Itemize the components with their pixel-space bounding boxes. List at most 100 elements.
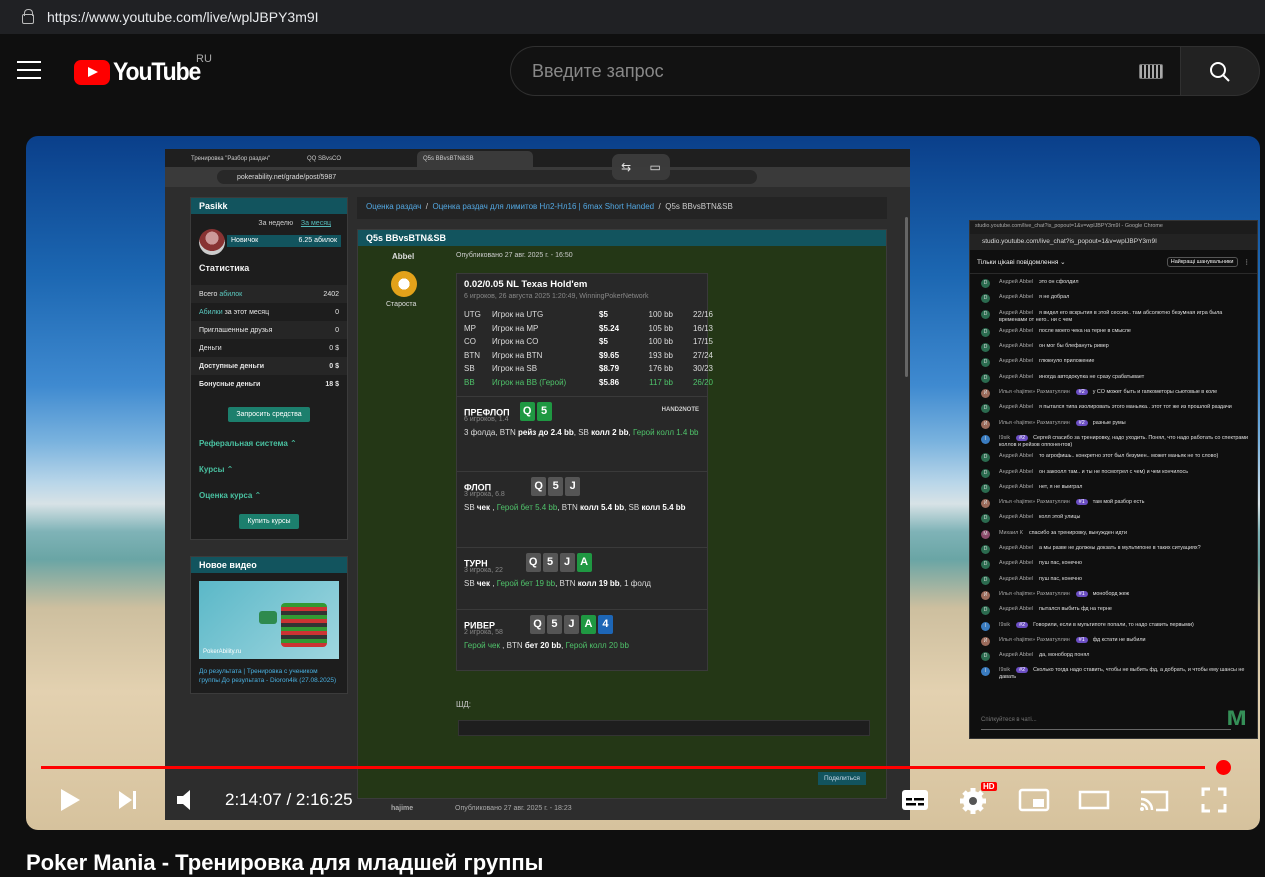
showdown-field[interactable] [458, 720, 870, 736]
buy-courses-button[interactable]: Купить курсы [239, 514, 299, 529]
chat-avatar: D [981, 404, 990, 414]
request-funds-button[interactable]: Запросить средства [228, 407, 310, 422]
top-fans-button[interactable]: Найкращі шанувальники [1166, 256, 1238, 267]
search-input[interactable]: Введите запрос [510, 46, 1181, 96]
chat-avatar: И [981, 590, 990, 600]
chat-author[interactable]: I9sik [999, 667, 1010, 673]
tab-2[interactable]: QQ SBvsCO [301, 151, 417, 167]
chat-input[interactable]: Спілкуйтеся в чаті... [981, 712, 1231, 730]
chat-author[interactable]: Андрей Abbel [999, 294, 1033, 300]
youtube-logo[interactable]: YouTube [74, 58, 208, 87]
period-week[interactable]: За неделю [258, 220, 293, 227]
chat-author[interactable]: Андрей Abbel [999, 453, 1033, 459]
browser-tabs: Тренировка "Разбор раздач" QQ SBvsCO Q5s… [165, 149, 910, 167]
menu-referral[interactable]: Реферальная система ⌃ [191, 434, 347, 460]
chat-author[interactable]: Илья «hajime» Рахматуллин [999, 637, 1070, 643]
period-month[interactable]: За месяц [301, 220, 331, 227]
share-button[interactable]: Поделиться [818, 772, 866, 785]
chat-author[interactable]: Илья «hajime» Рахматуллин [999, 389, 1070, 395]
video-thumbnail[interactable]: PokerAbility.ru [199, 581, 339, 659]
masthead: YouTube RU Введите запрос [0, 36, 1265, 106]
chat-author[interactable]: Андрей Abbel [999, 358, 1033, 364]
chat-message: D Андрей Abbel он закоолл там.. и ты не по… [970, 468, 1257, 480]
chat-author[interactable]: Андрей Abbel [999, 545, 1033, 551]
chat-message: M Михаил К спасибо за тренировку, вынужден… [970, 529, 1257, 541]
chat-message: D Андрей Abbel да, моноборд понял [970, 652, 1257, 663]
video-title: Poker Mania - Тренировка для младшей гру… [26, 850, 544, 875]
chat-author[interactable]: Андрей Abbel [999, 560, 1033, 566]
chat-author[interactable]: Андрей Abbel [999, 514, 1033, 520]
post-author[interactable]: Abbel [392, 252, 414, 261]
video-player[interactable]: Тренировка "Разбор раздач" QQ SBvsCO Q5s… [26, 136, 1260, 830]
chat-author[interactable]: Илья «hajime» Рахматуллин [999, 420, 1070, 426]
cast-icon[interactable] [1138, 786, 1170, 814]
present-icon[interactable]: ▭ [650, 160, 661, 174]
next-icon[interactable] [116, 786, 140, 814]
fullscreen-icon[interactable] [1200, 786, 1228, 814]
chat-author[interactable]: I9sik [999, 435, 1010, 441]
crumb-1[interactable]: Оценка раздач [366, 202, 421, 211]
chat-author[interactable]: Илья «hajime» Рахматуллин [999, 591, 1070, 597]
avatar [199, 229, 225, 255]
chat-author[interactable]: Андрей Abbel [999, 404, 1033, 410]
next-author[interactable]: hajime [391, 805, 413, 812]
chat-avatar: D [981, 468, 990, 478]
chat-text: пытался выбить фд на терне [1039, 606, 1112, 613]
subtitles-icon[interactable] [900, 786, 930, 814]
chat-author[interactable]: Илья «hajime» Рахматуллин [999, 499, 1070, 505]
volume-icon[interactable] [174, 786, 200, 814]
chat-more-icon[interactable]: ⋮ [1244, 258, 1251, 266]
new-video-caption[interactable]: До результата | Тренировка с учеником гр… [191, 667, 347, 693]
menu-courses[interactable]: Курсы ⌃ [191, 460, 347, 486]
thumbnail-play-icon [259, 611, 277, 624]
miniplayer-icon[interactable] [1018, 786, 1050, 814]
chat-avatar: D [981, 606, 990, 616]
chat-author[interactable]: Андрей Abbel [999, 310, 1033, 316]
rank-label: Новичок [231, 237, 259, 244]
member-badge: #2 [1075, 419, 1088, 426]
chat-author[interactable]: Андрей Abbel [999, 576, 1033, 582]
chat-text: это он сфолдил [1039, 279, 1079, 285]
chat-author[interactable]: Михаил К [999, 530, 1023, 536]
progress-scrubber[interactable] [1216, 760, 1231, 775]
chat-author[interactable]: I9sik [999, 622, 1010, 628]
member-badge: #1 [1075, 590, 1088, 597]
search-button[interactable] [1180, 46, 1260, 96]
chat-author[interactable]: Андрей Abbel [999, 469, 1033, 475]
chat-author[interactable]: Андрей Abbel [999, 328, 1033, 334]
keyboard-icon[interactable] [1139, 64, 1163, 79]
post: Q5s BBvsBTN&SB Abbel Староста Опубликова… [357, 229, 887, 799]
chat-avatar: D [981, 652, 990, 662]
inner-address-bar[interactable]: pokerability.net/grade/post/5987 [165, 167, 910, 187]
chat-author[interactable]: Андрей Abbel [999, 374, 1033, 380]
chat-avatar: D [981, 545, 990, 555]
chat-author[interactable]: Андрей Abbel [999, 279, 1033, 285]
theater-mode-icon[interactable] [1078, 786, 1110, 814]
browser-address-bar[interactable]: https://www.youtube.com/live/wplJBPY3m9I [0, 0, 1265, 34]
site-info-icon[interactable] [22, 9, 34, 24]
new-video-heading: Новое видео [191, 557, 347, 573]
tab-1[interactable]: Тренировка "Разбор раздач" [185, 151, 301, 167]
progress-bar[interactable] [41, 766, 1206, 769]
play-icon[interactable] [57, 786, 83, 814]
chat-url[interactable]: studio.youtube.com/live_chat?is_popout=1… [970, 234, 1257, 250]
swap-screen-icon[interactable]: ⇆ [621, 160, 631, 174]
chat-message: D Андрей Abbel нет, я не выиграл [970, 483, 1257, 495]
chat-author[interactable]: Андрей Abbel [999, 606, 1033, 612]
page-scrollbar[interactable] [905, 217, 908, 377]
chat-filter[interactable]: Тільки цікаві повідомлення ⌄ [977, 258, 1066, 266]
chat-avatar: D [981, 294, 990, 304]
chat-text: спасибо за тренировку, вынужден идти [1028, 529, 1128, 536]
chat-author[interactable]: Андрей Abbel [999, 343, 1033, 349]
search-placeholder: Введите запрос [532, 61, 664, 81]
chat-text: там мой разбор есть [1092, 499, 1145, 506]
tab-3[interactable]: Q5s BBvsBTN&SB [417, 151, 533, 167]
chat-author[interactable]: Андрей Abbel [999, 652, 1033, 658]
turn-section: ТУРН Q 5 J A 3 игрока, 22 SB чек , Герой бет… [457, 548, 707, 610]
menu-course-rating[interactable]: Оценка курса ⌃ [191, 486, 347, 512]
chat-avatar: И [981, 636, 990, 646]
crumb-2[interactable]: Оценка раздач для лимитов Нл2-Нл16 | 6ma… [432, 202, 654, 211]
chat-author[interactable]: Андрей Abbel [999, 484, 1033, 490]
players-table: UTG Игрок на UTG $5 100 bb 22/16 MP Игрок на M… [464, 310, 713, 392]
menu-icon[interactable] [17, 61, 41, 79]
